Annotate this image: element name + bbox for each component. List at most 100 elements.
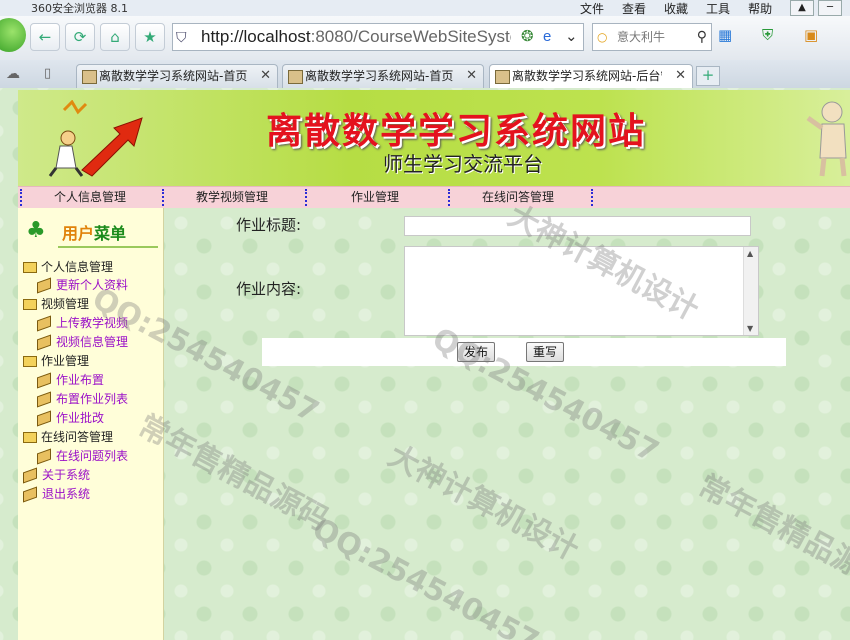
- page-favicon-icon: [288, 70, 303, 84]
- homework-title-input[interactable]: [404, 216, 751, 236]
- folder-icon: [23, 299, 37, 310]
- user-menu-title: 用户菜单: [62, 224, 127, 243]
- site-title: 离散数学学习系统网站: [266, 110, 647, 152]
- publish-button[interactable]: 发布: [457, 342, 496, 362]
- scroll-up-icon[interactable]: ▲: [747, 249, 753, 258]
- close-icon[interactable]: ✕: [260, 65, 271, 87]
- folder-icon: [23, 356, 37, 367]
- tree-folder-personal-info[interactable]: 个人信息管理: [23, 258, 113, 276]
- book-icon: [23, 486, 37, 503]
- page-favicon-icon: [495, 70, 510, 84]
- shield-icon: ⛉: [176, 29, 187, 45]
- tree-link-question-list[interactable]: 在线问题列表: [23, 447, 128, 465]
- page-favicon-icon: [82, 70, 97, 84]
- nav-separator: [20, 189, 24, 206]
- header-underline: [58, 246, 158, 248]
- book-icon: [37, 448, 51, 465]
- tree-link-about[interactable]: 关于系统: [23, 466, 90, 484]
- tree-folder-homework[interactable]: 作业管理: [23, 352, 89, 370]
- nav-teaching-video[interactable]: 教学视频管理: [168, 187, 296, 208]
- textarea-scrollbar[interactable]: ▲ ▼: [743, 247, 758, 335]
- site-banner: 离散数学学习系统网站 师生学习交流平台: [18, 90, 850, 186]
- user-menu-sidebar: ♣ 用户菜单 个人信息管理 更新个人资料 视频管理 上传教学视频 视频信息管理 …: [18, 208, 164, 640]
- cloud-icon[interactable]: ☁: [6, 66, 20, 82]
- reset-button[interactable]: 重写: [526, 342, 565, 362]
- browser-menu: 文件 查看 收藏 工具 帮助: [580, 0, 772, 17]
- nav-separator: [448, 189, 452, 206]
- tree-link-logout[interactable]: 退出系统: [23, 485, 90, 503]
- homework-content-label: 作业内容:: [236, 280, 302, 298]
- book-icon: [23, 467, 37, 484]
- menu-tools[interactable]: 工具: [706, 0, 730, 17]
- watermark: 常年售精品源码: [692, 468, 850, 598]
- browser-titlebar: 360安全浏览器 8.1 文件 查看 收藏 工具 帮助 ▲ ─: [0, 0, 850, 16]
- tree-link-assign-homework[interactable]: 作业布置: [23, 371, 104, 389]
- favorite-star-icon[interactable]: ★: [135, 23, 165, 51]
- homework-content-textarea[interactable]: ▲ ▼: [404, 246, 759, 336]
- thinking-figure-icon: [806, 101, 847, 177]
- tree-link-video-info[interactable]: 视频信息管理: [23, 333, 128, 351]
- tab-admin[interactable]: 离散数学学习系统网站-后台管 ✕: [489, 64, 693, 89]
- web-page: 离散数学学习系统网站 师生学习交流平台 个人信息管理 教学视频管理 作业管理 在…: [0, 88, 850, 640]
- search-box[interactable]: ○ 意大利牛 ⚲: [592, 23, 712, 51]
- nav-separator: [305, 189, 309, 206]
- browser-logo-icon: [0, 18, 26, 52]
- nav-personal-info[interactable]: 个人信息管理: [26, 187, 154, 208]
- tab-home-2[interactable]: 离散数学学习系统网站-首页 ✕: [282, 64, 484, 89]
- menu-favorites[interactable]: 收藏: [664, 0, 688, 17]
- browser-toolbar: ← ⟳ ⌂ ★ ⛉ http://localhost:8080/CourseWe…: [0, 16, 850, 61]
- user-menu-header: ♣ 用户菜单: [22, 216, 160, 248]
- address-bar[interactable]: ⛉ http://localhost:8080/CourseWebSiteSys…: [172, 23, 584, 51]
- address-url[interactable]: http://localhost:8080/CourseWebSiteSyste…: [201, 24, 511, 50]
- homework-title-label: 作业标题:: [236, 216, 302, 234]
- tab-label: 离散数学学习系统网站-首页: [305, 69, 454, 83]
- refresh-icon[interactable]: ⟳: [65, 23, 95, 51]
- nav-separator: [591, 189, 595, 206]
- compat-mode-icon[interactable]: ❂: [521, 24, 534, 50]
- menu-file[interactable]: 文件: [580, 0, 604, 17]
- grid-apps-icon[interactable]: ▦: [718, 26, 732, 44]
- book-icon: [37, 410, 51, 427]
- home-icon[interactable]: ⌂: [100, 23, 130, 51]
- close-icon[interactable]: ✕: [675, 65, 686, 87]
- tree-folder-video[interactable]: 视频管理: [23, 295, 89, 313]
- book-icon: [37, 391, 51, 408]
- address-dropdown-icon[interactable]: ⌄: [565, 24, 578, 50]
- folder-icon: [23, 262, 37, 273]
- device-icon[interactable]: ▯: [44, 66, 51, 81]
- ie-mode-icon[interactable]: e: [543, 24, 551, 50]
- menu-help[interactable]: 帮助: [748, 0, 772, 17]
- clover-icon: ♣: [26, 218, 46, 243]
- search-icon[interactable]: ⚲: [697, 24, 707, 50]
- new-tab-plus-icon[interactable]: +: [696, 66, 720, 86]
- book-icon: [37, 334, 51, 351]
- nav-homework[interactable]: 作业管理: [311, 187, 439, 208]
- watermark: 大神计算机设计: [382, 438, 585, 568]
- tab-home-1[interactable]: 离散数学学习系统网站-首页 ✕: [76, 64, 278, 89]
- book-icon: [37, 315, 51, 332]
- book-icon: [37, 277, 51, 294]
- window-menu-icon[interactable]: ▲: [790, 0, 814, 16]
- book-icon: [37, 372, 51, 389]
- tab-label: 离散数学学习系统网站-首页: [99, 69, 248, 83]
- tree-link-update-profile[interactable]: 更新个人资料: [23, 276, 128, 294]
- minimize-icon[interactable]: ─: [818, 0, 842, 16]
- tab-label: 离散数学学习系统网站-后台管: [512, 69, 662, 83]
- menu-view[interactable]: 查看: [622, 0, 646, 17]
- site-nav: 个人信息管理 教学视频管理 作业管理 在线问答管理: [18, 186, 850, 208]
- close-icon[interactable]: ✕: [466, 65, 477, 87]
- back-arrow-icon[interactable]: ←: [30, 23, 60, 51]
- nav-online-qa[interactable]: 在线问答管理: [454, 187, 582, 208]
- tree-link-homework-list[interactable]: 布置作业列表: [23, 390, 128, 408]
- tree-link-grade-homework[interactable]: 作业批改: [23, 409, 104, 427]
- tree-folder-online-qa[interactable]: 在线问答管理: [23, 428, 113, 446]
- nav-separator: [162, 189, 166, 206]
- folder-icon: [23, 432, 37, 443]
- extension-icon[interactable]: ▣: [804, 26, 818, 44]
- browser-app-title: 360安全浏览器 8.1: [31, 2, 128, 15]
- scroll-down-icon[interactable]: ▼: [747, 324, 753, 333]
- tree-link-upload-video[interactable]: 上传教学视频: [23, 314, 128, 332]
- search-engine-icon[interactable]: ○: [597, 24, 607, 50]
- search-input[interactable]: 意大利牛: [617, 24, 665, 50]
- security-icon[interactable]: ⛨: [762, 26, 773, 44]
